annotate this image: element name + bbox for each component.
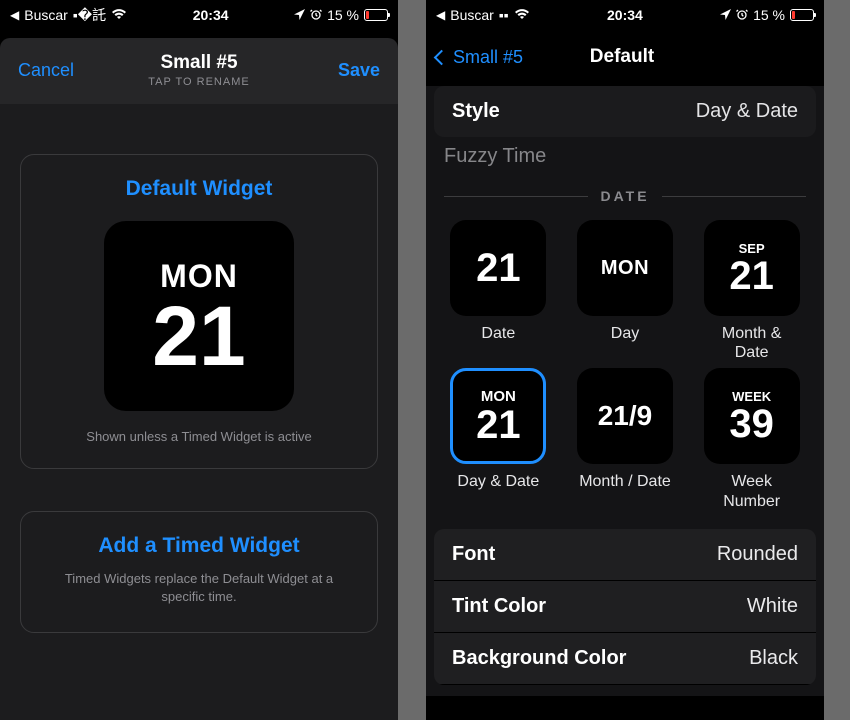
tile-preview: 21/9 [577,368,673,464]
status-bar: ◀ Buscar ▪�託 20:34 15 % [0,0,398,30]
tile-option-day[interactable]: MON Day [567,220,684,362]
back-app-chevron-icon: ◀ [10,8,19,22]
tint-color-row[interactable]: Tint Color White [434,581,816,633]
nav-row: Small #5 Default [426,30,824,82]
content-area: Default Widget MON 21 Shown unless a Tim… [0,104,398,720]
settings-block: Font Rounded Tint Color White Background… [434,525,816,685]
tile-option-week-number[interactable]: WEEK 39 Week Number [693,368,810,510]
default-widget-title: Default Widget [39,177,359,201]
battery-icon [790,9,814,21]
save-button[interactable]: Save [315,60,380,81]
status-time: 20:34 [193,7,229,23]
background-color-row[interactable]: Background Color Black [434,633,816,685]
default-widget-card[interactable]: Default Widget MON 21 Shown unless a Tim… [20,154,378,469]
add-timed-widget-card[interactable]: Add a Timed Widget Timed Widgets replace… [20,511,378,633]
alarm-icon [310,7,322,23]
tile-option-month-date[interactable]: SEP 21 Month & Date [693,220,810,362]
tile-grid: 21 Date MON Day SEP 21 Month & Date MON [426,214,824,525]
status-time: 20:34 [607,7,643,23]
title-area[interactable]: Small #5 TAP TO RENAME [148,52,249,88]
back-app-label: Buscar [24,7,68,23]
back-app-chevron-icon: ◀ [436,8,445,22]
preview-date: 21 [152,299,245,375]
add-timed-widget-title: Add a Timed Widget [47,534,351,558]
page-title: Default [436,46,808,68]
style-label: Style [452,100,500,123]
tile-option-day-date[interactable]: MON 21 Day & Date [440,368,557,510]
location-icon [294,7,305,23]
tile-preview: WEEK 39 [704,368,800,464]
back-app-label: Buscar [450,7,494,23]
content-area: Style Day & Date Fuzzy Time DATE 21 Date… [426,86,824,696]
status-bar: ◀ Buscar ▪▪ 20:34 15 % [426,0,824,30]
nav-row: Cancel Small #5 TAP TO RENAME Save [0,38,398,88]
default-widget-caption: Shown unless a Timed Widget is active [39,429,359,444]
tile-preview: SEP 21 [704,220,800,316]
widget-preview: MON 21 [104,221,294,411]
phone-left: ◀ Buscar ▪�託 20:34 15 % Cancel Small #5 … [0,0,398,720]
alarm-icon [736,7,748,23]
fuzzy-time-label: Fuzzy Time [426,141,824,176]
page-title: Small #5 [148,52,249,74]
tile-preview: MON [577,220,673,316]
wifi-icon [111,7,127,23]
battery-pct: 15 % [327,7,359,23]
signal-icon: ▪▪ [499,7,509,23]
battery-icon [364,9,388,21]
font-row[interactable]: Font Rounded [434,529,816,581]
wifi-icon [514,7,530,23]
page-subtitle: TAP TO RENAME [148,76,249,88]
signal-icon: ▪�託 [73,5,106,25]
battery-pct: 15 % [753,7,785,23]
tile-preview: MON 21 [450,368,546,464]
style-value: Day & Date [696,100,798,123]
tile-preview: 21 [450,220,546,316]
modal-sheet: Cancel Small #5 TAP TO RENAME Save Defau… [0,38,398,720]
tile-option-month-slash-date[interactable]: 21/9 Month / Date [567,368,684,510]
tile-option-date[interactable]: 21 Date [440,220,557,362]
style-row[interactable]: Style Day & Date [434,86,816,137]
cancel-button[interactable]: Cancel [18,60,83,81]
location-icon [720,7,731,23]
add-timed-widget-caption: Timed Widgets replace the Default Widget… [47,570,351,606]
phone-right: ◀ Buscar ▪▪ 20:34 15 % Small #5 Default [426,0,824,720]
date-section-header: DATE [444,188,806,204]
